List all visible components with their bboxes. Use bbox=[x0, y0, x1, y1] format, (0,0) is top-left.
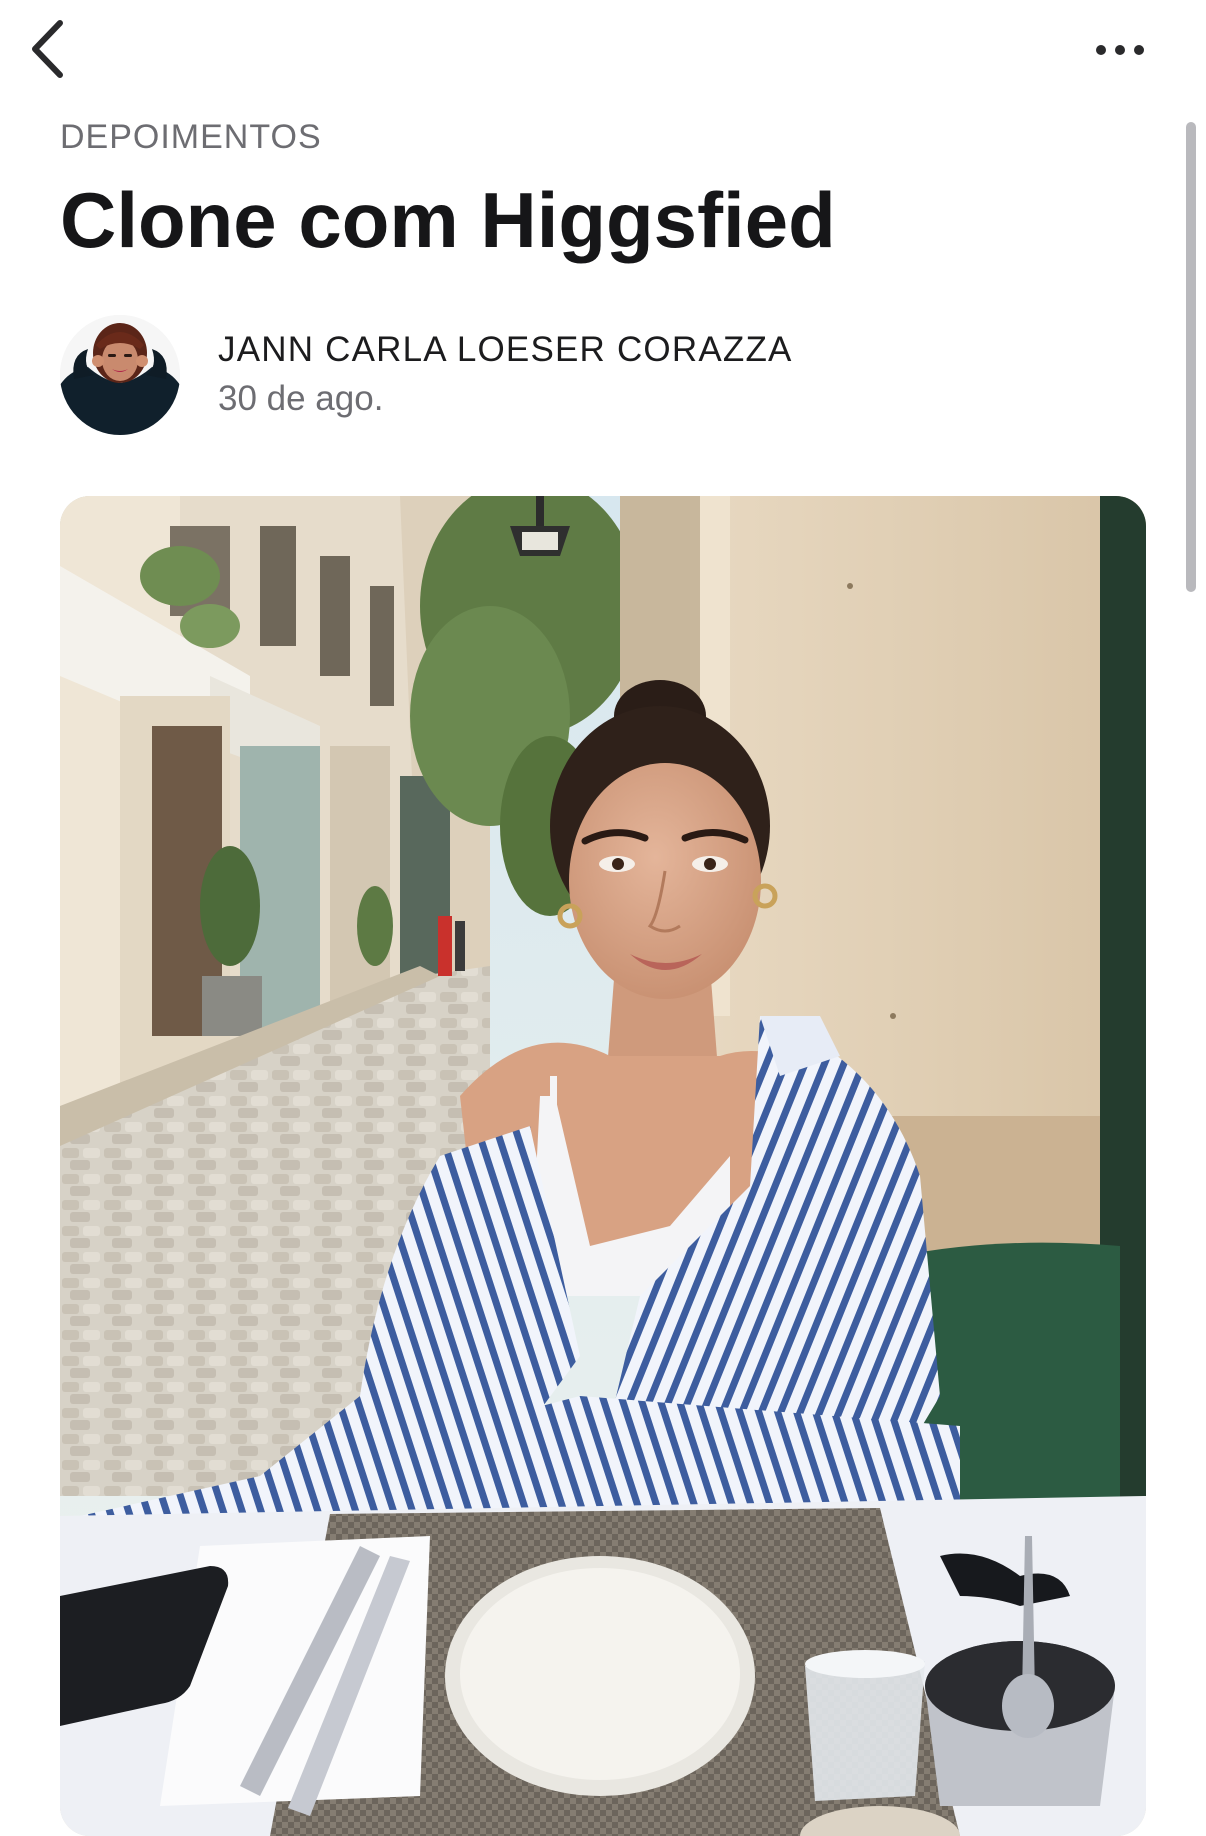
post-title: Clone com Higgsfied bbox=[60, 176, 836, 264]
post-category[interactable]: DEPOIMENTOS bbox=[60, 116, 322, 158]
top-navigation-bar bbox=[0, 0, 1206, 100]
author-avatar-image bbox=[60, 315, 180, 435]
more-options-button[interactable] bbox=[1090, 24, 1150, 76]
avatar[interactable] bbox=[60, 315, 180, 435]
author-name[interactable]: JANN CARLA LOESER CORAZZA bbox=[218, 328, 793, 372]
post-photo bbox=[60, 496, 1146, 1836]
scrollbar[interactable] bbox=[1186, 122, 1196, 592]
post-image[interactable] bbox=[60, 496, 1146, 1836]
ellipsis-horizontal-icon bbox=[1096, 45, 1144, 55]
author-meta: JANN CARLA LOESER CORAZZA 30 de ago. bbox=[218, 328, 793, 422]
back-button[interactable] bbox=[18, 14, 78, 84]
author-info[interactable]: JANN CARLA LOESER CORAZZA 30 de ago. bbox=[60, 314, 793, 436]
post-date: 30 de ago. bbox=[218, 379, 384, 418]
chevron-left-icon bbox=[32, 20, 63, 78]
